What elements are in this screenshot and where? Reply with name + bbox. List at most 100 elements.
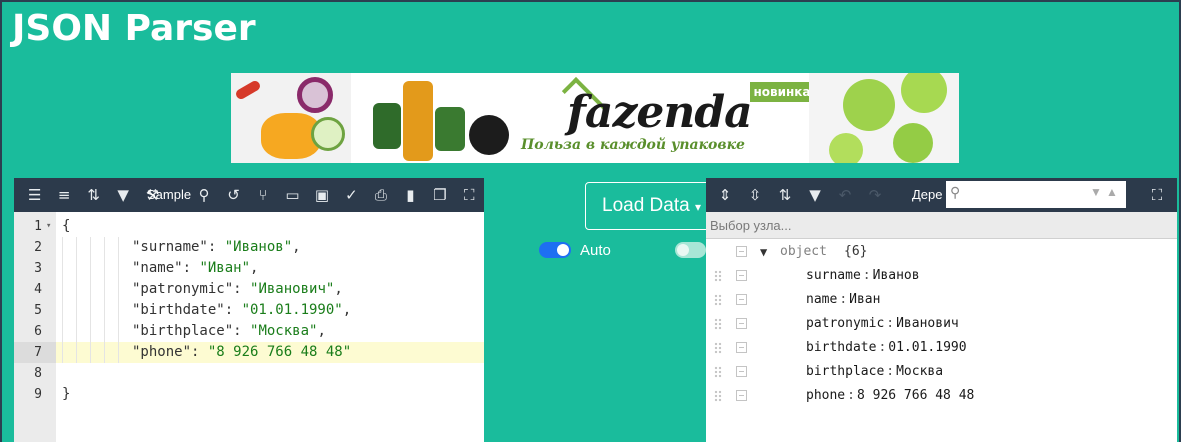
tree-field-node[interactable]: birthplace: Москва — [706, 360, 1177, 384]
colon: : — [862, 268, 871, 283]
collapse-all-icon[interactable]: ⇳ — [740, 180, 770, 210]
compact-icon[interactable]: ≡ — [49, 180, 78, 210]
code-line[interactable]: 2 "surname": "Иванов", — [14, 237, 484, 258]
code-line[interactable]: 1 ▾{ — [14, 216, 484, 237]
history-icon[interactable]: ↺ — [219, 180, 248, 210]
context-menu-icon[interactable] — [736, 270, 747, 281]
format-icon[interactable]: ☰ — [20, 180, 49, 210]
tree-field-node[interactable]: birthdate:01.01.1990 — [706, 336, 1177, 360]
comma: , — [317, 323, 326, 339]
code-line[interactable]: 9} — [14, 384, 484, 405]
transform-icon[interactable]: ⑂ — [248, 180, 277, 210]
sort-icon[interactable]: ⇅ — [79, 180, 108, 210]
code-text: "surname": "Иванов", — [132, 237, 301, 258]
copy-icon[interactable]: ❐ — [425, 180, 454, 210]
colon: : — [182, 260, 200, 276]
comma: , — [250, 260, 259, 276]
indent-guide — [104, 342, 105, 363]
tree-field-node[interactable]: phone:8 926 766 48 48 — [706, 384, 1177, 408]
tree-search-box[interactable]: ⚲ ▼ ▲ — [946, 181, 1126, 208]
context-menu-icon[interactable] — [736, 390, 747, 401]
field-value[interactable]: 8 926 766 48 48 — [857, 388, 974, 403]
expand-all-icon[interactable]: ⇕ — [710, 180, 740, 210]
code-line[interactable]: 4 "patronymic": "Иванович", — [14, 279, 484, 300]
field-value[interactable]: Иван — [849, 292, 880, 307]
drag-handle-icon[interactable] — [714, 270, 722, 282]
tree-field-node[interactable]: surname: Иванов — [706, 264, 1177, 288]
code-area[interactable]: 1 ▾{2 "surname": "Иванов", 3 "name": "Иван",… — [14, 212, 484, 442]
fullscreen-icon[interactable]: ⛶ — [1142, 180, 1172, 210]
field-key[interactable]: phone — [806, 388, 845, 403]
drag-handle-icon[interactable] — [714, 318, 722, 330]
auto-toggle[interactable] — [539, 242, 571, 258]
search-prev-icon[interactable]: ▼ — [1090, 185, 1102, 199]
field-key[interactable]: patronymic — [806, 316, 884, 331]
fullscreen-icon[interactable]: ⛶ — [455, 180, 484, 210]
indent-guide — [104, 279, 105, 300]
code-line[interactable]: 7 "phone": "8 926 766 48 48" — [14, 342, 484, 363]
line-number: 8 — [34, 366, 42, 381]
field-key[interactable]: birthplace — [806, 364, 884, 379]
folder-icon[interactable]: ▭ — [278, 180, 307, 210]
check-icon[interactable]: ✓ — [337, 180, 366, 210]
code-line[interactable]: 3 "name": "Иван", — [14, 258, 484, 279]
line-number: 3 — [34, 261, 42, 276]
context-menu-icon[interactable] — [736, 366, 747, 377]
tree-field-node[interactable]: patronymic: Иванович — [706, 312, 1177, 336]
collapse-arrow-icon[interactable]: ▼ — [760, 240, 767, 264]
tree-root-node[interactable]: ▼ object {6} — [706, 240, 1177, 264]
redo-icon[interactable]: ↷ — [860, 180, 890, 210]
code-line[interactable]: 8 — [14, 363, 484, 384]
json-key: "name" — [132, 260, 183, 276]
field-value[interactable]: Иванович — [896, 316, 959, 331]
drag-handle-icon[interactable] — [714, 342, 722, 354]
field-key[interactable]: name — [806, 292, 837, 307]
code-text: "patronymic": "Иванович", — [132, 279, 343, 300]
tree-field-node[interactable]: name: Иван — [706, 288, 1177, 312]
drag-handle-icon[interactable] — [714, 390, 722, 402]
indent-guide — [62, 279, 63, 300]
trash-icon[interactable]: ▮ — [396, 180, 425, 210]
save-icon[interactable]: ▣ — [307, 180, 336, 210]
code-line[interactable]: 6 "birthplace": "Москва", — [14, 321, 484, 342]
code-line[interactable]: 5 "birthdate": "01.01.1990", — [14, 300, 484, 321]
search-icon[interactable]: ⚲ — [189, 180, 218, 210]
indent-guide — [62, 237, 63, 258]
brand-logo: fazenda — [567, 87, 753, 138]
field-value[interactable]: Москва — [896, 364, 943, 379]
load-data-button[interactable]: Load Data ▾ — [585, 182, 715, 230]
colon: : — [878, 340, 887, 355]
colon: : — [886, 364, 895, 379]
drag-handle-icon[interactable] — [714, 294, 722, 306]
fold-icon[interactable]: ▾ — [46, 216, 51, 237]
context-menu-icon[interactable] — [736, 294, 747, 305]
filter-icon[interactable]: ▼ — [800, 180, 830, 210]
field-entry: birthplace: Москва — [806, 360, 943, 384]
sample-button[interactable]: Sample — [147, 187, 191, 202]
comma: , — [334, 281, 343, 297]
field-value[interactable]: 01.01.1990 — [888, 340, 966, 355]
context-menu-icon[interactable] — [736, 342, 747, 353]
node-type: object — [780, 244, 827, 259]
undo-icon[interactable]: ↶ — [830, 180, 860, 210]
field-value[interactable]: Иванов — [873, 268, 920, 283]
colon: : — [847, 388, 855, 403]
drag-handle-icon[interactable] — [714, 366, 722, 378]
json-string-value: "8 926 766 48 48" — [207, 344, 352, 360]
field-key[interactable]: surname — [806, 268, 861, 283]
sort-icon[interactable]: ⇅ — [770, 180, 800, 210]
banner-slogan: Польза в каждой упаковке — [521, 137, 745, 153]
filter-icon[interactable]: ▼ — [108, 180, 137, 210]
breadcrumb: Выбор узла... — [706, 212, 1177, 239]
context-menu-icon[interactable] — [736, 246, 747, 257]
context-menu-icon[interactable] — [736, 318, 747, 329]
node-count: {6} — [844, 244, 868, 259]
colon: : — [233, 323, 251, 339]
print-icon[interactable]: ⎙ — [366, 180, 395, 210]
field-key[interactable]: birthdate — [806, 340, 876, 355]
ad-banner[interactable]: fazenda Польза в каждой упаковке новинка — [231, 73, 959, 163]
search-next-icon[interactable]: ▲ — [1106, 185, 1118, 199]
mode-selector[interactable]: Дере — [912, 187, 943, 202]
line-number: 9 — [34, 387, 42, 402]
secondary-toggle[interactable] — [675, 242, 706, 258]
